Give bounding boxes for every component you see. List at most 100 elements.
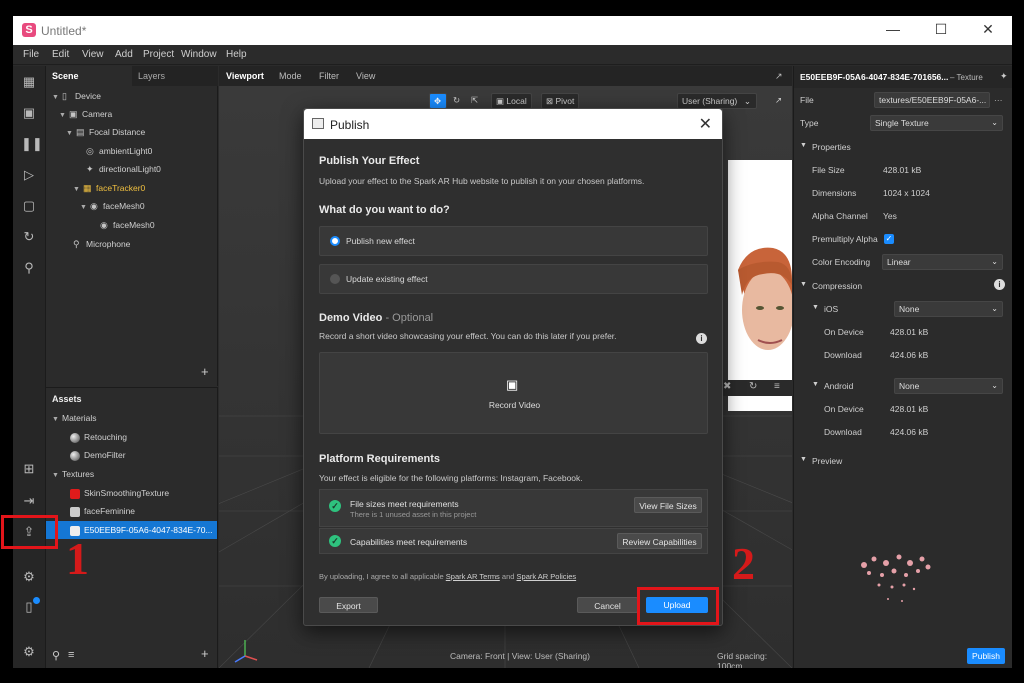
popout-icon[interactable]: ↗ xyxy=(775,71,783,82)
preview-section[interactable]: ▼ Preview xyxy=(794,452,1012,472)
menu-add[interactable]: Add xyxy=(115,49,133,60)
settings-gear-icon[interactable]: ⚙ xyxy=(21,644,37,660)
menu-window[interactable]: Window xyxy=(181,49,217,60)
filter-icon[interactable]: ≡ xyxy=(68,649,74,661)
spark-ar-policies-link[interactable]: Spark AR Policies xyxy=(517,572,577,581)
popout-preview-icon[interactable]: ↗ xyxy=(771,93,786,109)
assets-textures-folder[interactable]: ▼ Textures xyxy=(52,465,94,483)
debug-icon[interactable]: ⚙ xyxy=(21,569,37,585)
facetracker-icon: ▦ xyxy=(83,183,92,193)
type-select[interactable]: Single Texture ⌄ xyxy=(870,115,1003,131)
tree-item-face-mesh-child[interactable]: ◉ faceMesh0 xyxy=(100,216,155,234)
video-icon[interactable]: ▣ xyxy=(21,105,37,121)
move-tool-icon[interactable]: ✥ xyxy=(429,93,447,109)
add-object-button[interactable]: + xyxy=(201,364,209,379)
export-button[interactable]: Export xyxy=(319,597,378,613)
rotate-tool-icon[interactable]: ↻ xyxy=(449,93,465,109)
refresh-icon[interactable]: ↻ xyxy=(21,229,37,245)
magic-wand-icon[interactable]: ✦ xyxy=(1000,71,1008,82)
section-label: Properties xyxy=(812,142,851,152)
radio-selected[interactable] xyxy=(330,236,340,246)
tab-view[interactable]: View xyxy=(356,71,375,81)
pivot-toggle[interactable]: ⊠ Pivot xyxy=(541,93,580,109)
color-encoding-select[interactable]: Linear ⌄ xyxy=(882,254,1003,270)
menu-view[interactable]: View xyxy=(82,49,104,60)
tree-item-ambient-light[interactable]: ◎ ambientLight0 xyxy=(86,142,152,160)
compression-section[interactable]: ▼ Compression i xyxy=(794,277,1012,297)
tab-layers[interactable]: Layers xyxy=(132,66,218,86)
zoom-icon[interactable]: ⚲ xyxy=(21,260,37,276)
android-compression-select[interactable]: None ⌄ xyxy=(894,378,1003,394)
properties-section[interactable]: ▼ Properties xyxy=(794,138,1012,158)
tree-item-directional-light[interactable]: ✦ directionalLight0 xyxy=(86,160,161,178)
pause-icon[interactable]: ❚❚ xyxy=(21,136,43,152)
dialog-titlebar: Publish ✕ xyxy=(304,109,722,139)
window-icon xyxy=(312,118,324,129)
folder-label: Textures xyxy=(62,469,95,479)
tree-item-face-mesh[interactable]: ▼ ◉ faceMesh0 xyxy=(80,197,145,215)
option-publish-new[interactable]: Publish new effect xyxy=(319,226,708,256)
ios-compression-select[interactable]: None ⌄ xyxy=(894,301,1003,317)
assets-materials-folder[interactable]: ▼ Materials xyxy=(52,409,96,427)
menu-icon[interactable]: ≡ xyxy=(774,381,780,392)
tab-filter[interactable]: Filter xyxy=(319,71,339,81)
maximize-icon[interactable]: ☐ xyxy=(921,21,961,38)
file-size-row: File Size 428.01 kB xyxy=(794,160,1012,182)
chevron-down-icon[interactable]: ▼ xyxy=(66,125,76,143)
review-capabilities-button[interactable]: Review Capabilities xyxy=(617,533,702,549)
cancel-button[interactable]: Cancel xyxy=(577,597,638,613)
play-icon[interactable]: ▷ xyxy=(21,167,37,183)
search-icon[interactable]: ⚲ xyxy=(52,649,60,662)
more-icon[interactable]: ⋯ xyxy=(994,95,1003,106)
asset-texture-skin[interactable]: SkinSmoothingTexture xyxy=(70,484,169,502)
premultiply-checkbox[interactable]: ✓ xyxy=(884,234,894,244)
asset-material-retouching[interactable]: Retouching xyxy=(70,428,127,446)
asset-texture-face[interactable]: faceFeminine xyxy=(70,502,135,520)
send-to-device-icon[interactable]: ⇥ xyxy=(21,493,37,509)
stop-icon[interactable]: ▢ xyxy=(21,198,37,214)
chevron-down-icon[interactable]: ▼ xyxy=(80,199,90,217)
tree-item-microphone[interactable]: ⚲ Microphone xyxy=(73,235,130,253)
chevron-down-icon[interactable]: ▼ xyxy=(52,411,62,429)
notifications-icon[interactable]: ▯ xyxy=(21,597,40,615)
local-toggle[interactable]: ▣ Local xyxy=(491,93,532,109)
restart-icon[interactable]: ↻ xyxy=(749,381,757,392)
tab-scene[interactable]: Scene xyxy=(46,66,132,86)
minimize-icon[interactable]: — xyxy=(873,21,913,37)
menu-edit[interactable]: Edit xyxy=(52,49,69,60)
view-file-sizes-button[interactable]: View File Sizes xyxy=(634,497,702,513)
tab-viewport[interactable]: Viewport xyxy=(226,71,264,81)
tree-item-camera[interactable]: ▼ ▣ Camera xyxy=(59,105,112,123)
light-icon: ✦ xyxy=(86,164,94,174)
asset-material-demofilter[interactable]: DemoFilter xyxy=(70,446,126,464)
menu-project[interactable]: Project xyxy=(143,49,174,60)
tree-item-device[interactable]: ▼ ▯ Device xyxy=(52,87,101,105)
spark-ar-terms-link[interactable]: Spark AR Terms xyxy=(446,572,500,581)
layout-icon[interactable]: ▦ xyxy=(21,74,37,90)
publish-button[interactable]: Publish xyxy=(967,648,1005,664)
rotate-device-icon[interactable]: ✖ xyxy=(723,381,731,392)
chevron-down-icon[interactable]: ▼ xyxy=(812,304,819,311)
scale-tool-icon[interactable]: ⇱ xyxy=(467,93,483,109)
menu-help[interactable]: Help xyxy=(226,49,247,60)
option-update-existing[interactable]: Update existing effect xyxy=(319,264,708,294)
menu-file[interactable]: File xyxy=(23,49,39,60)
record-video-button[interactable]: ▣ Record Video xyxy=(319,352,708,434)
radio-unselected[interactable] xyxy=(330,274,340,284)
tab-mode[interactable]: Mode xyxy=(279,71,302,81)
add-asset-icon[interactable]: ⊞ xyxy=(21,461,37,477)
legal-prefix: By uploading, I agree to all applicable xyxy=(319,572,444,581)
info-icon[interactable]: i xyxy=(696,333,707,344)
chevron-down-icon[interactable]: ▼ xyxy=(812,381,819,388)
tree-item-face-tracker[interactable]: ▼ ▦ faceTracker0 xyxy=(73,179,145,197)
texture-type-suffix: – Texture xyxy=(950,73,983,82)
camera-status: Camera: Front | View: User (Sharing) xyxy=(450,651,590,661)
file-field[interactable]: textures/E50EEB9F-05A6-... xyxy=(874,92,990,108)
close-icon[interactable]: ✕ xyxy=(968,21,1008,38)
add-asset-button[interactable]: + xyxy=(201,646,209,661)
chevron-down-icon[interactable]: ▼ xyxy=(52,467,62,485)
tree-item-focal-distance[interactable]: ▼ ▤ Focal Distance xyxy=(66,123,145,141)
close-icon[interactable]: ✕ xyxy=(699,114,712,134)
user-sharing-select[interactable]: User (Sharing) ⌄ xyxy=(677,93,757,109)
info-icon[interactable]: i xyxy=(994,279,1005,290)
